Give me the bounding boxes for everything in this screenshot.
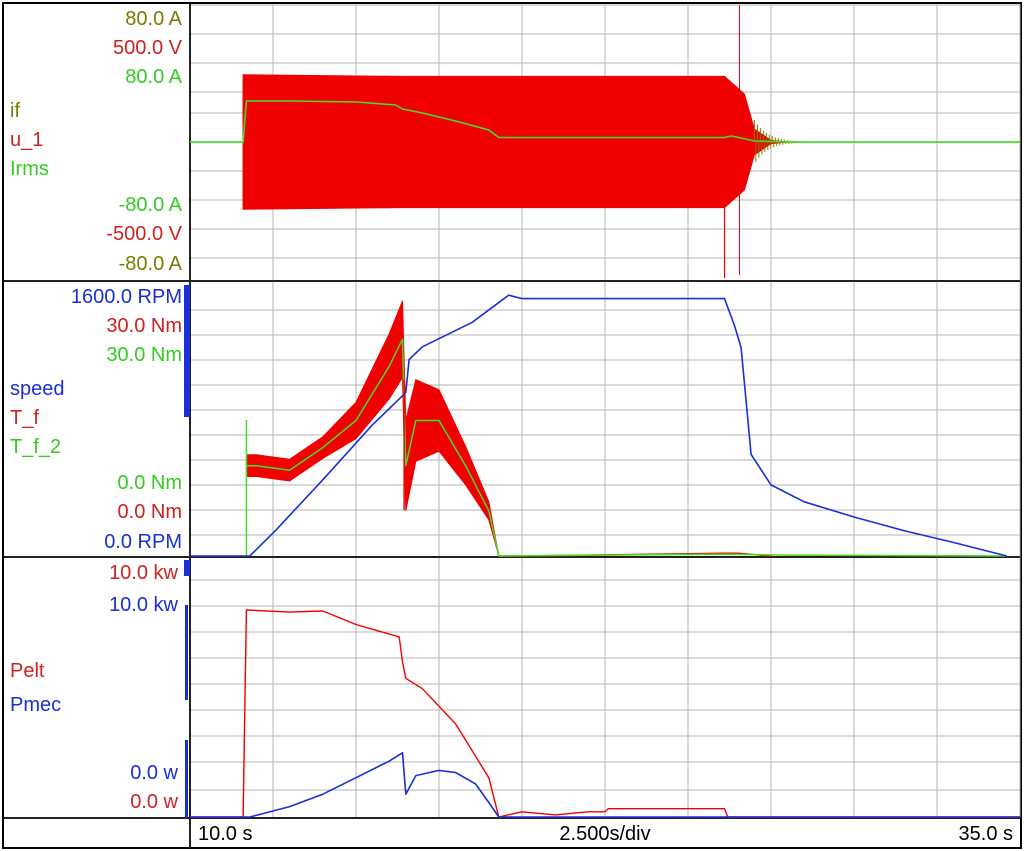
if-min-label: -80.0 A — [119, 253, 183, 275]
speed-trace-name: speed — [10, 378, 65, 400]
if-trace-name: if — [10, 100, 20, 122]
if-max-label: 80.0 A — [125, 8, 182, 30]
tf2-trace-name: T_f_2 — [10, 436, 61, 458]
pmec-channel-marker-low[interactable] — [185, 740, 188, 818]
tf-min-label: 0.0 Nm — [118, 501, 182, 523]
pmec-min-label: 0.0 w — [130, 762, 178, 784]
time-div-label: 2.500s/div — [559, 823, 650, 845]
u1-envelope-trace — [242, 74, 788, 210]
pelt-max-label: 10.0 kw — [109, 562, 178, 584]
speed-max-label: 1600.0 RPM — [71, 286, 182, 308]
irms-trace-name: Irms — [10, 158, 49, 180]
pmec-channel-marker[interactable] — [185, 605, 188, 700]
speed-min-label: 0.0 RPM — [104, 531, 182, 553]
u1-min-label: -500.0 V — [106, 223, 182, 245]
tf-trace-name: T_f — [10, 407, 39, 429]
tf2-min-label: 0.0 Nm — [118, 472, 182, 494]
speed-channel-marker[interactable] — [184, 285, 190, 417]
oscilloscope-chart: 80.0 A 500.0 V 80.0 A if u_1 Irms -80.0 … — [2, 2, 1022, 849]
tf-max-label: 30.0 Nm — [106, 315, 182, 337]
irms-max-label: 80.0 A — [125, 66, 182, 88]
tf2-max-label: 30.0 Nm — [106, 344, 182, 366]
pelt-trace-name: Pelt — [10, 660, 45, 682]
pmec-max-label: 10.0 kw — [109, 594, 178, 616]
u1-trace-name: u_1 — [10, 129, 43, 151]
pmec-trace-name: Pmec — [10, 694, 61, 716]
pelt-min-label: 0.0 w — [130, 791, 178, 813]
pmec-channel-marker-top[interactable] — [184, 560, 190, 576]
u1-max-label: 500.0 V — [113, 37, 183, 59]
scope-display: 80.0 A 500.0 V 80.0 A if u_1 Irms -80.0 … — [0, 0, 1024, 851]
time-end-label: 35.0 s — [959, 823, 1013, 845]
irms-min-label: -80.0 A — [119, 194, 183, 216]
time-start-label: 10.0 s — [198, 823, 252, 845]
